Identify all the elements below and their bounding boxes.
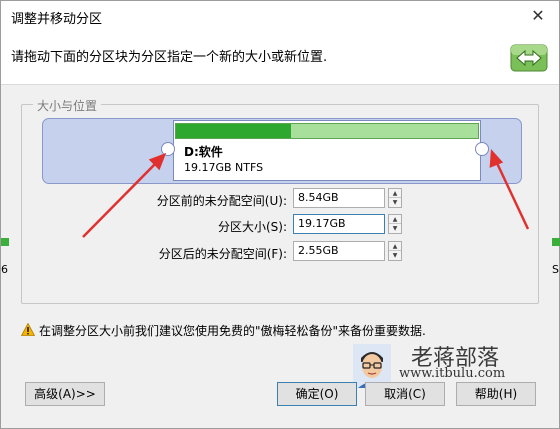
left-resize-handle[interactable] xyxy=(161,142,175,156)
usage-bar xyxy=(175,123,479,139)
spin-down-icon[interactable]: ▼ xyxy=(389,251,401,260)
resize-arrows-icon xyxy=(510,44,548,72)
unallocated-after-label: 分区后的未分配空间(F): xyxy=(158,247,287,261)
partition-detail: 19.17GB NTFS xyxy=(184,161,264,174)
cancel-button[interactable]: 取消(C) xyxy=(365,382,445,406)
background-strip-left xyxy=(1,238,9,246)
unallocated-before-spinner[interactable]: ▲ ▼ xyxy=(388,188,402,208)
advanced-button[interactable]: 高级(A)>> xyxy=(25,382,105,406)
spin-down-icon[interactable]: ▼ xyxy=(389,224,401,233)
warning-text: 在调整分区大小前我们建议您使用免费的"傲梅轻松备份"来备份重要数据. xyxy=(39,324,426,338)
unallocated-after-input[interactable]: 2.55GB xyxy=(293,241,385,261)
instruction-text: 请拖动下面的分区块为分区指定一个新的大小或新位置. xyxy=(11,50,328,65)
close-icon[interactable]: ✕ xyxy=(527,5,549,27)
partition-name: D:软件 xyxy=(184,145,223,159)
usage-fill xyxy=(176,124,291,138)
unallocated-before-label: 分区前的未分配空间(U): xyxy=(156,194,287,208)
partition-size-label: 分区大小(S): xyxy=(217,220,287,234)
background-text-left: 6 xyxy=(1,263,8,276)
spin-down-icon[interactable]: ▼ xyxy=(389,198,401,207)
help-button[interactable]: 帮助(H) xyxy=(456,382,536,406)
dialog-title: 调整并移动分区 xyxy=(11,12,103,27)
group-label: 大小与位置 xyxy=(33,97,102,114)
ok-button[interactable]: 确定(O) xyxy=(277,382,357,406)
right-resize-handle[interactable] xyxy=(475,142,489,156)
partition-size-input[interactable]: 19.17GB xyxy=(293,214,385,234)
unallocated-before-input[interactable]: 8.54GB xyxy=(293,188,385,208)
partition-size-spinner[interactable]: ▲ ▼ xyxy=(388,214,402,234)
resize-move-dialog: 调整并移动分区 ✕ 请拖动下面的分区块为分区指定一个新的大小或新位置. 6 S … xyxy=(0,0,560,429)
spin-up-icon[interactable]: ▲ xyxy=(389,242,401,251)
watermark-url: www.itbulu.com xyxy=(399,366,506,381)
spin-up-icon[interactable]: ▲ xyxy=(389,215,401,224)
background-text-right: S xyxy=(552,263,559,276)
background-strip-right xyxy=(552,238,560,246)
unallocated-after-spinner[interactable]: ▲ ▼ xyxy=(388,241,402,261)
warning-icon xyxy=(21,323,35,336)
header-panel: 请拖动下面的分区块为分区指定一个新的大小或新位置. xyxy=(1,31,559,85)
title-bar: 调整并移动分区 ✕ xyxy=(1,1,559,31)
spin-up-icon[interactable]: ▲ xyxy=(389,189,401,198)
